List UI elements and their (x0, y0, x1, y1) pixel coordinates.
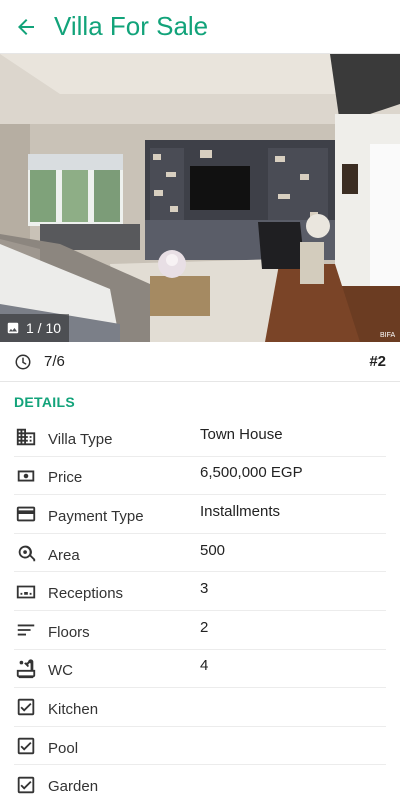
detail-row-receptions: Receptions 3 (0, 572, 400, 611)
detail-value: 3 (200, 580, 209, 598)
checkbox-icon (15, 774, 37, 796)
arrow-left-icon (18, 18, 34, 35)
floors-icon (15, 619, 37, 641)
cash-icon (15, 465, 37, 487)
detail-label: Price (48, 469, 83, 487)
detail-label: Garden (48, 778, 99, 796)
page-title: Villa For Sale (54, 11, 209, 41)
building-icon (15, 426, 37, 448)
credit-card-icon (15, 503, 37, 525)
checkbox-icon (15, 696, 37, 718)
listing-rank: #2 (369, 353, 386, 370)
photo-gallery[interactable]: 1 / 10 (0, 54, 400, 342)
detail-label: Pool (48, 739, 79, 757)
tape-measure-icon (15, 542, 37, 564)
detail-label: Payment Type (48, 507, 144, 525)
detail-label: Kitchen (48, 700, 99, 718)
detail-label: Area (48, 546, 80, 564)
detail-row-floors: Floors 2 (0, 611, 400, 650)
detail-value: 6,500,000 EGP (200, 464, 303, 482)
clock-icon (15, 354, 31, 369)
detail-row-area: Area 500 (0, 534, 400, 573)
detail-row-pool: Pool (0, 727, 400, 766)
image-icon (7, 322, 19, 334)
listing-meta: 7/6 #2 (0, 342, 400, 382)
details-list: Villa Type Town House Price 6,500,000 EG… (0, 418, 400, 800)
bathtub-icon (15, 658, 37, 680)
detail-row-kitchen: Kitchen (0, 688, 400, 727)
living-room-photo (0, 54, 400, 342)
detail-value: Town House (200, 425, 283, 443)
photo-watermark: BIFA (380, 332, 396, 339)
detail-value: 500 (200, 541, 226, 559)
detail-label: Receptions (48, 585, 124, 603)
detail-label: Floors (48, 623, 90, 641)
detail-row-villa-type: Villa Type Town House (0, 418, 400, 457)
detail-value: 4 (200, 657, 209, 675)
detail-row-wc: WC 4 (0, 650, 400, 689)
photo-counter-text: 1 / 10 (26, 320, 62, 336)
back-button[interactable] (0, 0, 52, 54)
checkbox-icon (15, 735, 37, 757)
sofa-icon (15, 581, 37, 603)
detail-row-price: Price 6,500,000 EGP (0, 457, 400, 496)
listing-date: 7/6 (44, 353, 65, 370)
detail-label: Villa Type (48, 430, 113, 448)
app-bar: Villa For Sale (0, 0, 400, 54)
details-section-title: DETAILS (14, 394, 75, 410)
detail-label: WC (48, 662, 73, 680)
detail-row-payment-type: Payment Type Installments (0, 495, 400, 534)
detail-value: 2 (200, 618, 209, 636)
detail-row-garden: Garden (0, 765, 400, 800)
detail-value: Installments (200, 502, 281, 520)
photo-counter-badge: 1 / 10 (0, 314, 70, 342)
